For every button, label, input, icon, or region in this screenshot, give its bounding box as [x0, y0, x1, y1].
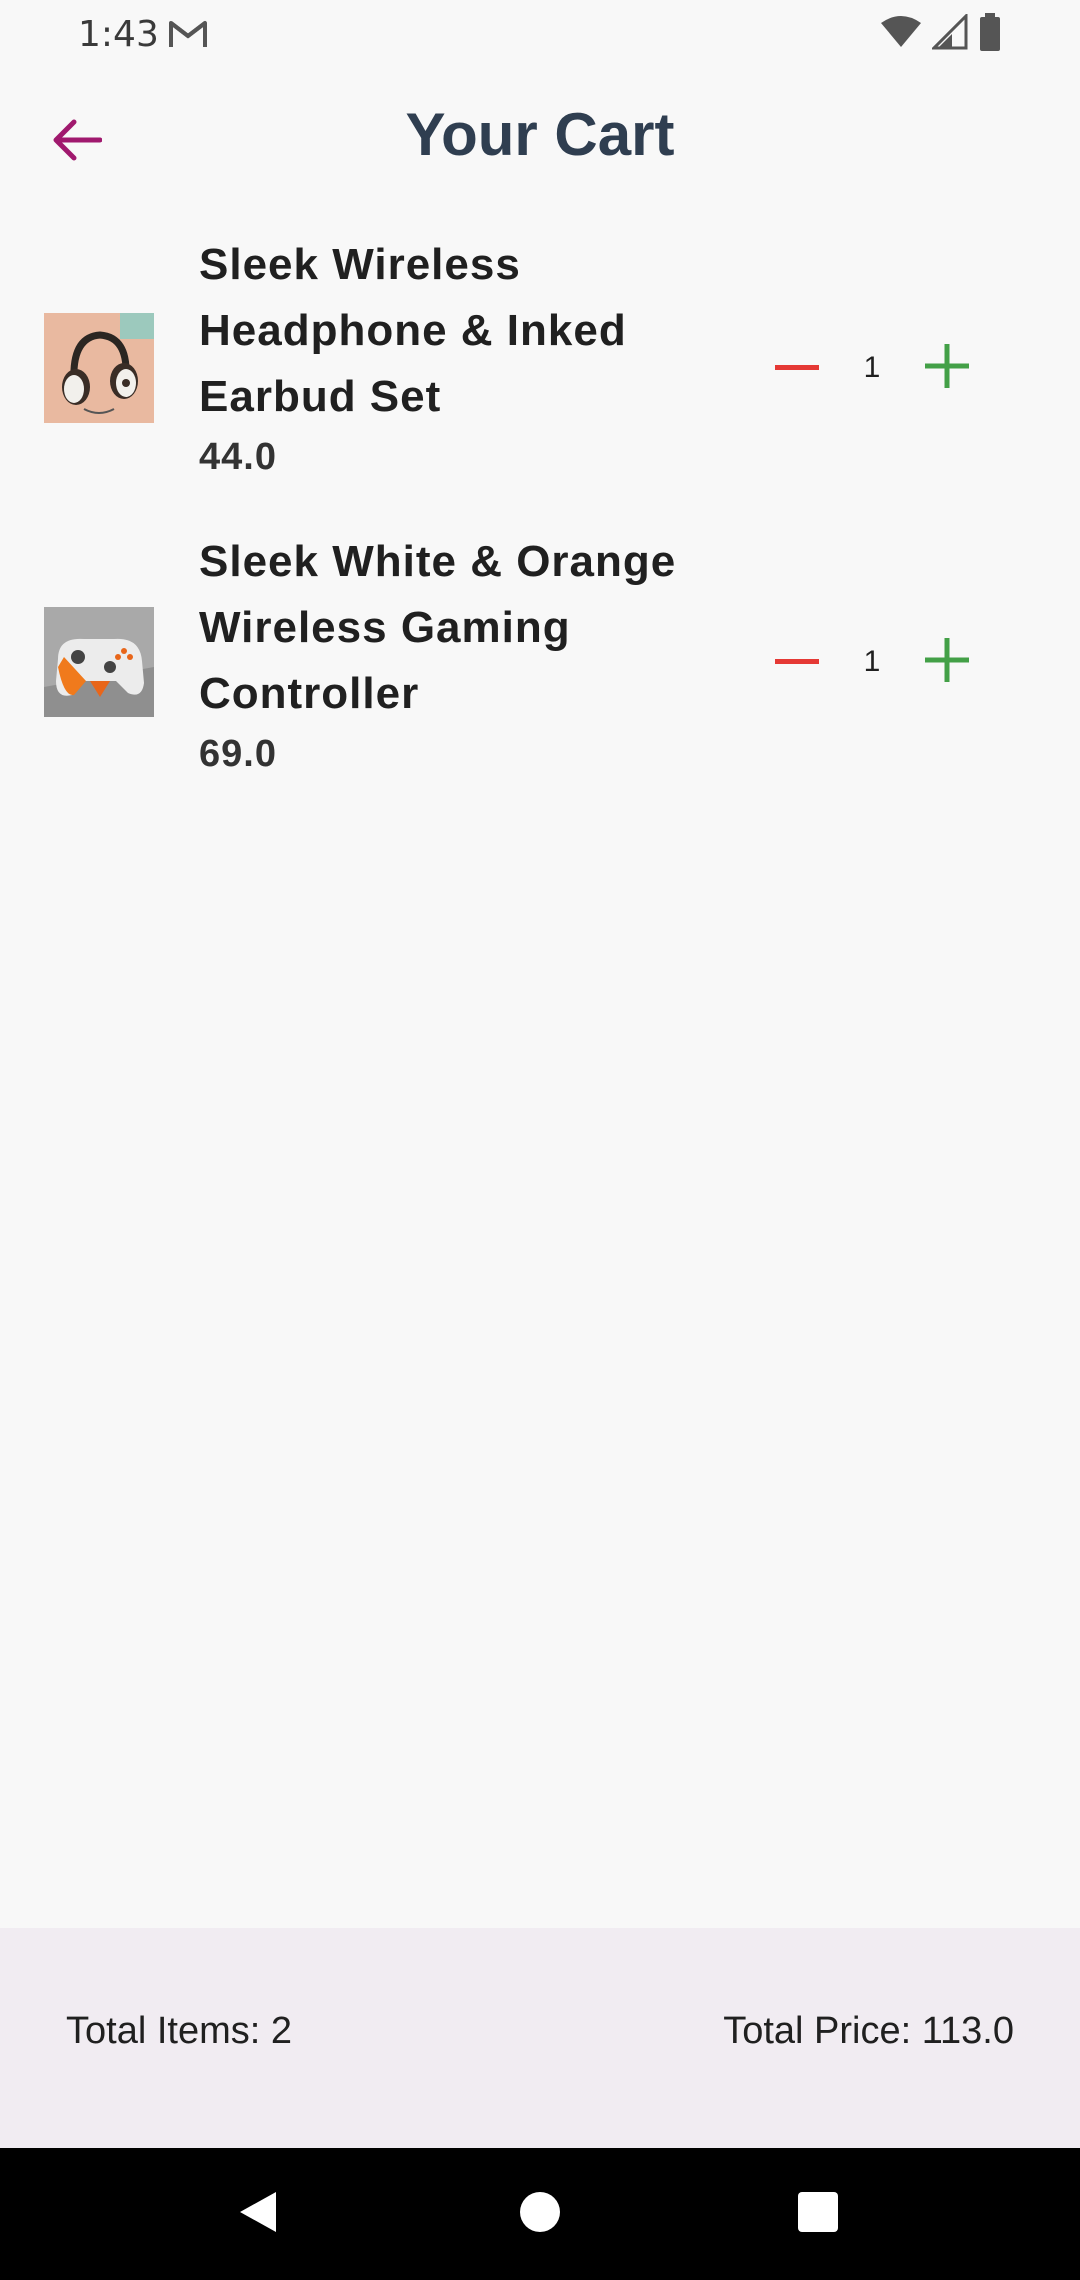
- gmail-icon: [168, 18, 208, 50]
- recents-square-icon: [797, 2191, 839, 2238]
- minus-icon: [775, 653, 819, 671]
- headphones-image: [44, 313, 154, 423]
- total-price: Total Price: 113.0: [723, 2010, 1014, 2052]
- increase-quantity-button[interactable]: [911, 626, 983, 698]
- item-info: Sleek Wireless Headphone & Inked Earbud …: [199, 232, 719, 479]
- wifi-icon: [880, 15, 922, 54]
- page-title: Your Cart: [405, 101, 675, 168]
- item-name: Sleek White & Orange Wireless Gaming Con…: [199, 537, 677, 718]
- item-info: Sleek White & Orange Wireless Gaming Con…: [199, 529, 719, 776]
- item-name: Sleek Wireless Headphone & Inked Earbud …: [199, 240, 627, 421]
- total-items: Total Items: 2: [66, 2010, 292, 2052]
- status-time: 1:43: [78, 14, 159, 55]
- battery-icon: [978, 12, 1002, 56]
- minus-icon: [775, 359, 819, 377]
- plus-icon: [925, 343, 969, 393]
- item-price: 44.0: [199, 436, 277, 478]
- cart-list: Sleek Wireless Headphone & Inked Earbud …: [0, 232, 1080, 826]
- back-triangle-icon: [236, 2188, 280, 2241]
- app-bar: Your Cart: [0, 70, 1080, 216]
- nav-home-button[interactable]: [504, 2178, 576, 2250]
- system-nav-bar: [0, 2148, 1080, 2280]
- item-price: 69.0: [199, 733, 277, 775]
- cart-item: Sleek White & Orange Wireless Gaming Con…: [0, 529, 1080, 826]
- signal-icon: [930, 11, 968, 55]
- nav-recents-button[interactable]: [782, 2178, 854, 2250]
- cart-screen: 1:43 Your Cart Sleek Wireless Headphone …: [0, 0, 1080, 2280]
- quantity-value: 1: [863, 351, 881, 384]
- decrease-quantity-button[interactable]: [761, 332, 833, 404]
- decrease-quantity-button[interactable]: [761, 626, 833, 698]
- increase-quantity-button[interactable]: [911, 332, 983, 404]
- nav-back-button[interactable]: [222, 2178, 294, 2250]
- plus-icon: [925, 637, 969, 687]
- quantity-value: 1: [863, 645, 881, 678]
- home-circle-icon: [519, 2191, 561, 2238]
- gaming-controller-image: [44, 607, 154, 717]
- status-icons: [880, 11, 1002, 56]
- cart-summary-bar: Total Items: 2 Total Price: 113.0: [0, 1928, 1080, 2148]
- cart-item: Sleek Wireless Headphone & Inked Earbud …: [0, 232, 1080, 529]
- status-bar: 1:43: [0, 0, 1080, 70]
